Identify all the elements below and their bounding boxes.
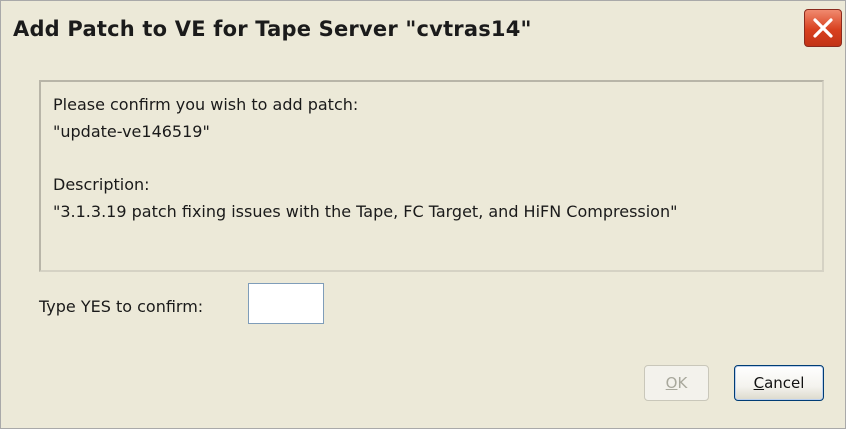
cancel-label-rest: ancel (764, 374, 805, 392)
ok-label-rest: K (677, 374, 688, 392)
confirm-label: Type YES to confirm: (39, 297, 204, 316)
ok-button[interactable]: OK (644, 365, 709, 401)
confirm-yes-input[interactable] (248, 283, 324, 324)
close-x-icon (813, 18, 833, 38)
cancel-button[interactable]: Cancel (734, 365, 824, 401)
confirmation-info-panel: Please confirm you wish to add patch: "u… (39, 80, 824, 272)
title-bar[interactable]: Add Patch to VE for Tape Server "cvtras1… (1, 1, 845, 63)
description-label: Description: (53, 175, 150, 194)
patch-name-text: "update-ve146519" (53, 122, 210, 141)
ok-mnemonic: O (665, 374, 678, 392)
cancel-mnemonic: C (753, 374, 765, 392)
dialog-title: Add Patch to VE for Tape Server "cvtras1… (13, 17, 532, 41)
description-text: "3.1.3.19 patch fixing issues with the T… (53, 202, 678, 221)
confirm-prompt-text: Please confirm you wish to add patch: (53, 95, 359, 114)
dialog-window: Add Patch to VE for Tape Server "cvtras1… (0, 0, 846, 429)
close-button[interactable] (804, 9, 842, 47)
dialog-content: Please confirm you wish to add patch: "u… (1, 63, 845, 428)
